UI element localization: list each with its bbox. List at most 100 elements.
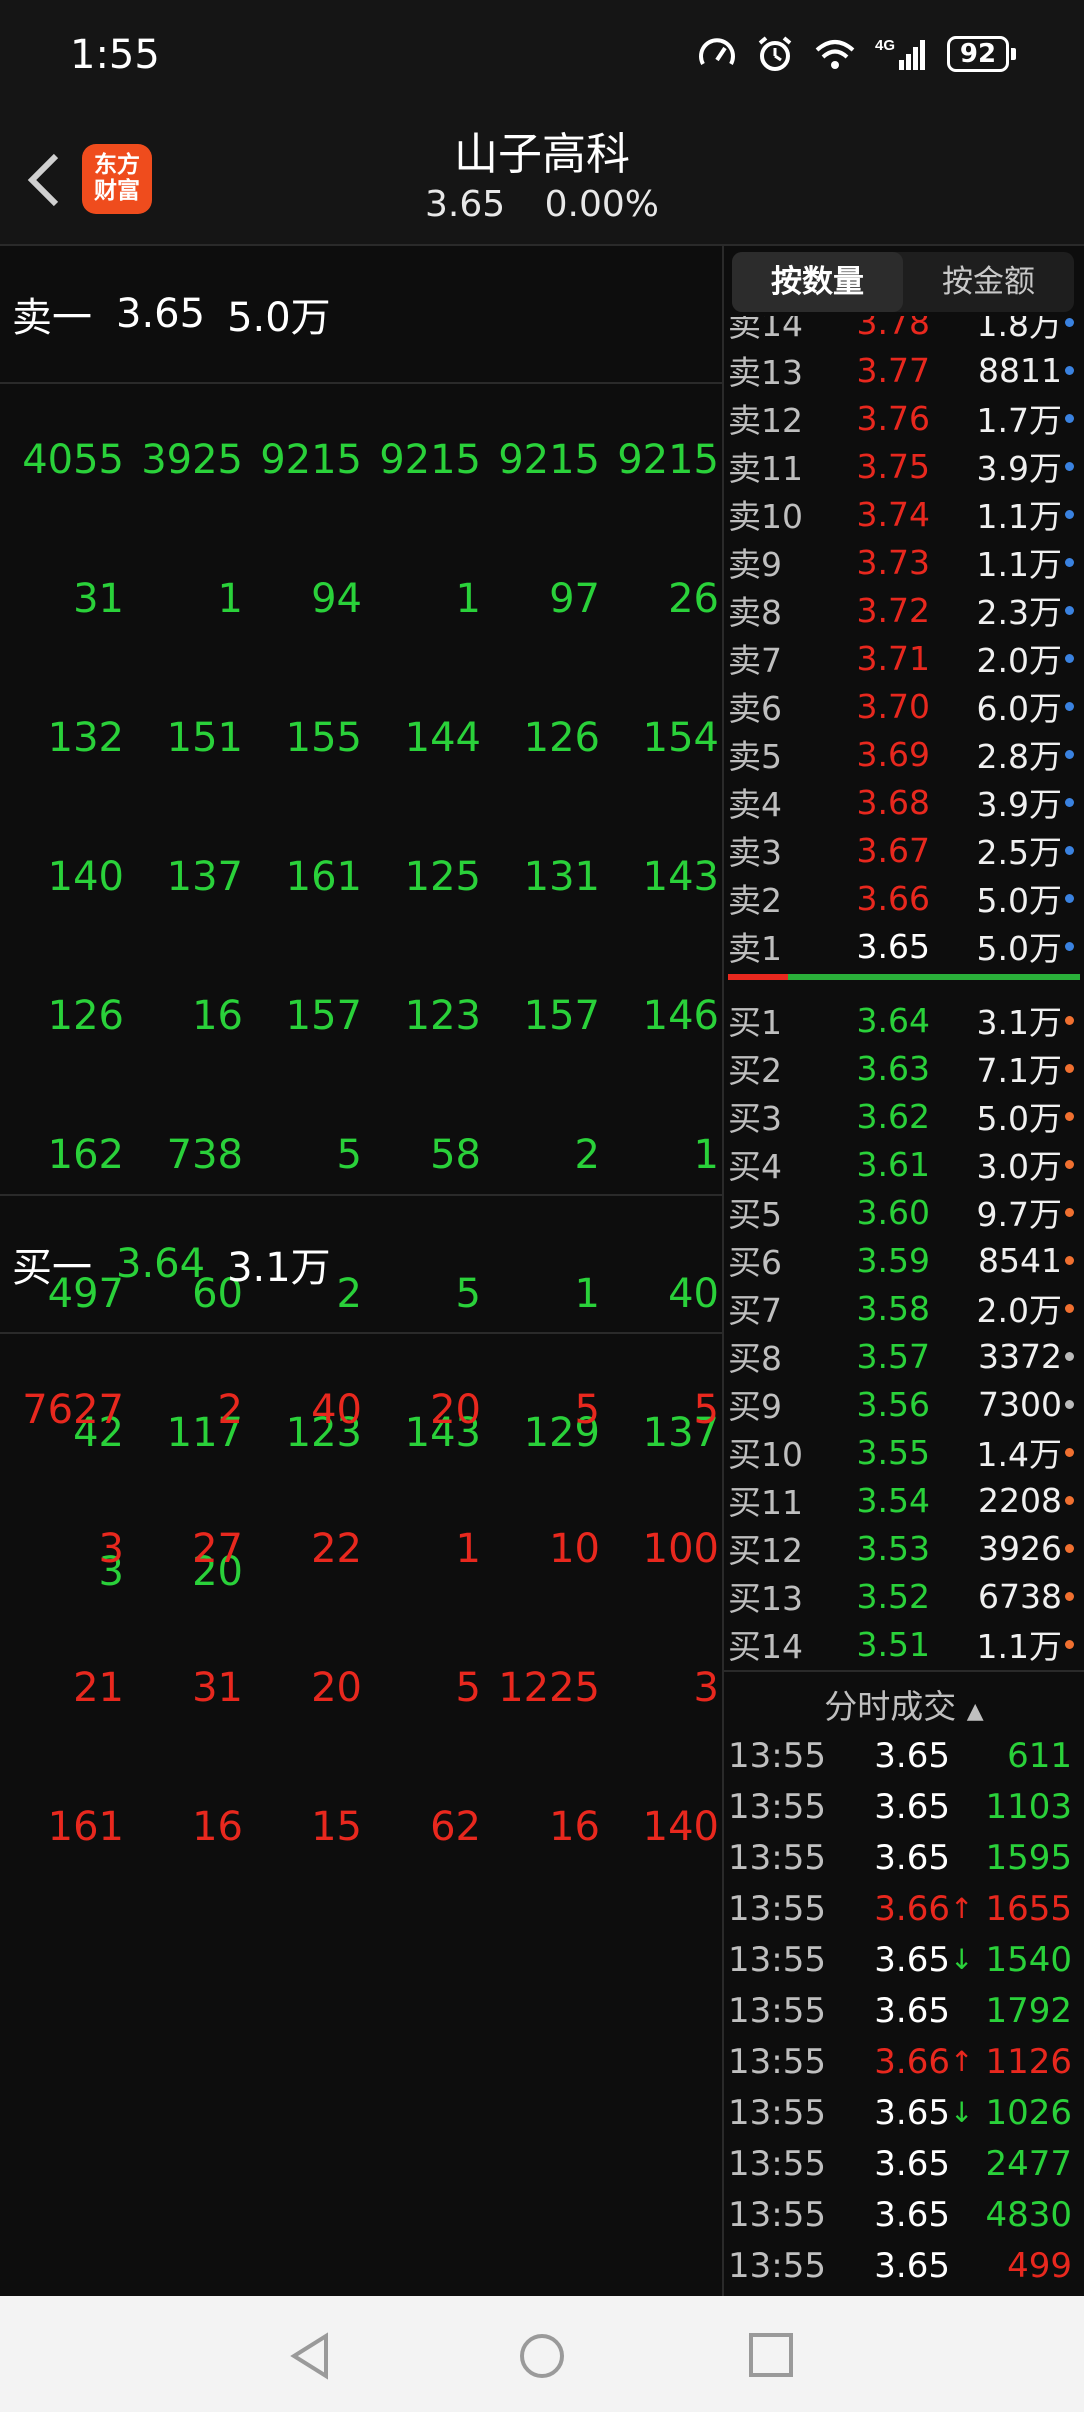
order-queue-panel[interactable]: 卖一 3.65 5.0万 4055 3925 9215 9215 9215 9215 31 1… xyxy=(0,246,722,2296)
queue-cell: 5 xyxy=(336,1131,362,1178)
queue-cell: 9215 xyxy=(498,436,600,483)
ask-volume: 2.8万 xyxy=(976,737,1062,776)
ask-dot-icon xyxy=(1065,654,1074,663)
ask-volume: 2.5万 xyxy=(976,833,1062,872)
bid-level-name: 买6 xyxy=(728,1243,782,1282)
tab-by-volume[interactable]: 按数量 xyxy=(732,252,903,312)
ask-volume: 3.9万 xyxy=(976,449,1062,488)
tick-time: 13:55 xyxy=(728,2092,826,2133)
ask-dot-icon xyxy=(1065,366,1074,375)
ask-row[interactable]: 卖9 3.73 1.1万 xyxy=(724,538,1084,586)
queue-cell: 162 xyxy=(47,1131,124,1178)
tick-volume: 1540 xyxy=(985,1939,1072,1980)
tick-volume: 1126 xyxy=(985,2041,1072,2082)
bid-row[interactable]: 买8 3.57 3372 xyxy=(724,1332,1084,1380)
ask-row[interactable]: 卖3 3.67 2.5万 xyxy=(724,826,1084,874)
bid-row[interactable]: 买5 3.60 9.7万 xyxy=(724,1188,1084,1236)
queue-cell: 9215 xyxy=(617,436,719,483)
ask-row[interactable]: 卖2 3.66 5.0万 xyxy=(724,874,1084,922)
queue-cell: 40 xyxy=(668,1270,719,1317)
bid-row[interactable]: 买9 3.56 7300 xyxy=(724,1380,1084,1428)
bid-volume: 3.1万 xyxy=(976,1003,1062,1042)
bid-row[interactable]: 买11 3.54 2208 xyxy=(724,1476,1084,1524)
queue-cell: 97 xyxy=(549,575,600,622)
ask-level-name: 卖12 xyxy=(728,401,803,440)
ask-volume: 5.0万 xyxy=(976,929,1062,968)
ask-row[interactable]: 卖14 3.78 1.8万 xyxy=(724,316,1084,346)
speedometer-icon xyxy=(699,38,735,65)
tick-row: 13:55 3.65 499 xyxy=(724,2240,1084,2291)
bid-row[interactable]: 买4 3.61 3.0万 xyxy=(724,1140,1084,1188)
ask-row[interactable]: 卖12 3.76 1.7万 xyxy=(724,394,1084,442)
bid-volume: 3.0万 xyxy=(976,1147,1062,1186)
queue-cell: 22 xyxy=(311,1525,362,1572)
queue-cell: 146 xyxy=(642,992,719,1039)
queue-cell: 2 xyxy=(217,1386,243,1433)
bid-level-name: 买1 xyxy=(728,1003,782,1042)
bid-price: 3.59 xyxy=(856,1240,930,1280)
ask-level-name: 卖14 xyxy=(728,316,803,344)
bid-row[interactable]: 买13 3.52 6738 xyxy=(724,1572,1084,1620)
status-icons: 4G 92 xyxy=(697,34,1016,74)
queue-cell: 31 xyxy=(192,1664,243,1711)
ask-price: 3.71 xyxy=(856,638,930,678)
bid-price: 3.57 xyxy=(856,1336,930,1376)
ask-row[interactable]: 卖13 3.77 8811 xyxy=(724,346,1084,394)
bid-dot-icon xyxy=(1065,1352,1074,1361)
bid-level-name: 买2 xyxy=(728,1051,782,1090)
ask-row[interactable]: 卖4 3.68 3.9万 xyxy=(724,778,1084,826)
bid-dot-icon xyxy=(1065,1496,1074,1505)
ask-row[interactable]: 卖1 3.65 5.0万 xyxy=(724,922,1084,970)
ask-row[interactable]: 卖10 3.74 1.1万 xyxy=(724,490,1084,538)
ask-price: 3.68 xyxy=(856,782,930,822)
queue-cell: 126 xyxy=(523,714,600,761)
ask-volume: 2.0万 xyxy=(976,641,1062,680)
tick-direction-icon: ↓ xyxy=(950,2096,974,2129)
ticks-list[interactable]: 13:55 3.65 611 13:55 3.65 1103 13:55 3.65 1595 13… xyxy=(724,1730,1084,2291)
ask-row[interactable]: 卖6 3.70 6.0万 xyxy=(724,682,1084,730)
sell-one-price: 3.65 xyxy=(116,291,206,337)
queue-cell: 1 xyxy=(217,575,243,622)
bid-row[interactable]: 买12 3.53 3926 xyxy=(724,1524,1084,1572)
queue-cell: 16 xyxy=(192,1803,243,1850)
tab-by-amount[interactable]: 按金额 xyxy=(903,252,1074,312)
tick-volume: 1655 xyxy=(985,1888,1072,1929)
ask-level-name: 卖5 xyxy=(728,737,782,776)
nav-back-icon[interactable] xyxy=(288,2332,332,2380)
bid-level-name: 买7 xyxy=(728,1291,782,1330)
bid-row[interactable]: 买3 3.62 5.0万 xyxy=(724,1092,1084,1140)
bid-row[interactable]: 买1 3.64 3.1万 xyxy=(724,996,1084,1044)
ask-volume: 6.0万 xyxy=(976,689,1062,728)
bid-row[interactable]: 买7 3.58 2.0万 xyxy=(724,1284,1084,1332)
tick-row: 13:55 3.65 1792 xyxy=(724,1985,1084,2036)
queue-cell: 3 xyxy=(98,1525,124,1572)
queue-cell: 9215 xyxy=(379,436,481,483)
tick-direction-icon: ↑ xyxy=(950,1892,974,1925)
tick-direction-icon: ↑ xyxy=(950,2045,974,2078)
buy-one-label: 买一 xyxy=(12,1245,92,1291)
queue-cell: 21 xyxy=(73,1664,124,1711)
bid-row[interactable]: 买14 3.51 1.1万 xyxy=(724,1620,1084,1668)
queue-cell: 1 xyxy=(455,1525,481,1572)
bid-row[interactable]: 买6 3.59 8541 xyxy=(724,1236,1084,1284)
tick-row: 13:55 3.65 2477 xyxy=(724,2138,1084,2189)
ask-row[interactable]: 卖5 3.69 2.8万 xyxy=(724,730,1084,778)
bid-row[interactable]: 买2 3.63 7.1万 xyxy=(724,1044,1084,1092)
tick-price: 3.65 xyxy=(874,2092,950,2133)
nav-recents-icon[interactable] xyxy=(748,2332,794,2378)
ask-row[interactable]: 卖8 3.72 2.3万 xyxy=(724,586,1084,634)
bid-row[interactable]: 买10 3.55 1.4万 xyxy=(724,1428,1084,1476)
ask-volume: 1.7万 xyxy=(976,401,1062,440)
tick-volume: 1595 xyxy=(985,1837,1072,1878)
queue-cell: 100 xyxy=(642,1525,719,1572)
ask-price: 3.77 xyxy=(856,350,930,390)
bid-dot-icon xyxy=(1065,1160,1074,1169)
ask-row[interactable]: 卖11 3.75 3.9万 xyxy=(724,442,1084,490)
ask-level-name: 卖13 xyxy=(728,353,803,392)
queue-cell: 161 xyxy=(285,853,362,900)
ticks-header[interactable]: 分时成交 ▲ xyxy=(724,1680,1084,1728)
ask-row[interactable]: 卖7 3.71 2.0万 xyxy=(724,634,1084,682)
queue-cell: 10 xyxy=(549,1525,600,1572)
nav-home-icon[interactable] xyxy=(518,2332,566,2380)
bid-dot-icon xyxy=(1065,1448,1074,1457)
